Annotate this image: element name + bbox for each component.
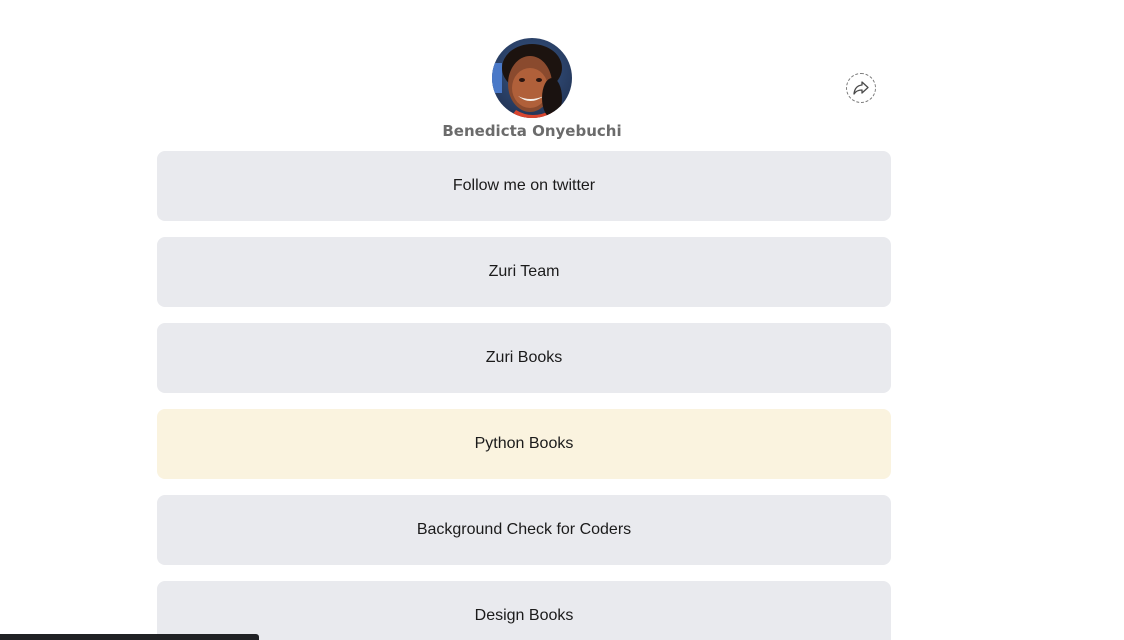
page: Benedicta Onyebuchi Follow me on twitter… xyxy=(0,0,1124,640)
link-label: Follow me on twitter xyxy=(452,177,596,194)
profile-name: Benedicta Onyebuchi xyxy=(442,122,622,140)
link-button-zuri-team[interactable]: Zuri Team xyxy=(157,237,891,307)
link-label: Zuri Team xyxy=(488,263,560,280)
link-button-background-check[interactable]: Background Check for Coders xyxy=(157,495,891,565)
link-label: Background Check for Coders xyxy=(416,521,632,538)
link-label: Python Books xyxy=(474,435,574,452)
share-icon xyxy=(853,81,869,95)
avatar xyxy=(492,38,572,118)
link-button-zuri-books[interactable]: Zuri Books xyxy=(157,323,891,393)
link-button-python-books[interactable]: Python Books xyxy=(157,409,891,479)
link-label: Zuri Books xyxy=(485,349,563,366)
link-button-design-books[interactable]: Design Books xyxy=(157,581,891,640)
bottom-overlay-bar xyxy=(0,634,259,640)
link-label: Design Books xyxy=(474,607,574,624)
share-button[interactable] xyxy=(846,73,876,103)
link-button-twitter[interactable]: Follow me on twitter xyxy=(157,151,891,221)
profile-header: Benedicta Onyebuchi xyxy=(432,38,632,140)
avatar-photo xyxy=(492,38,572,118)
link-list: Follow me on twitter Zuri Team Zuri Book… xyxy=(157,151,891,640)
